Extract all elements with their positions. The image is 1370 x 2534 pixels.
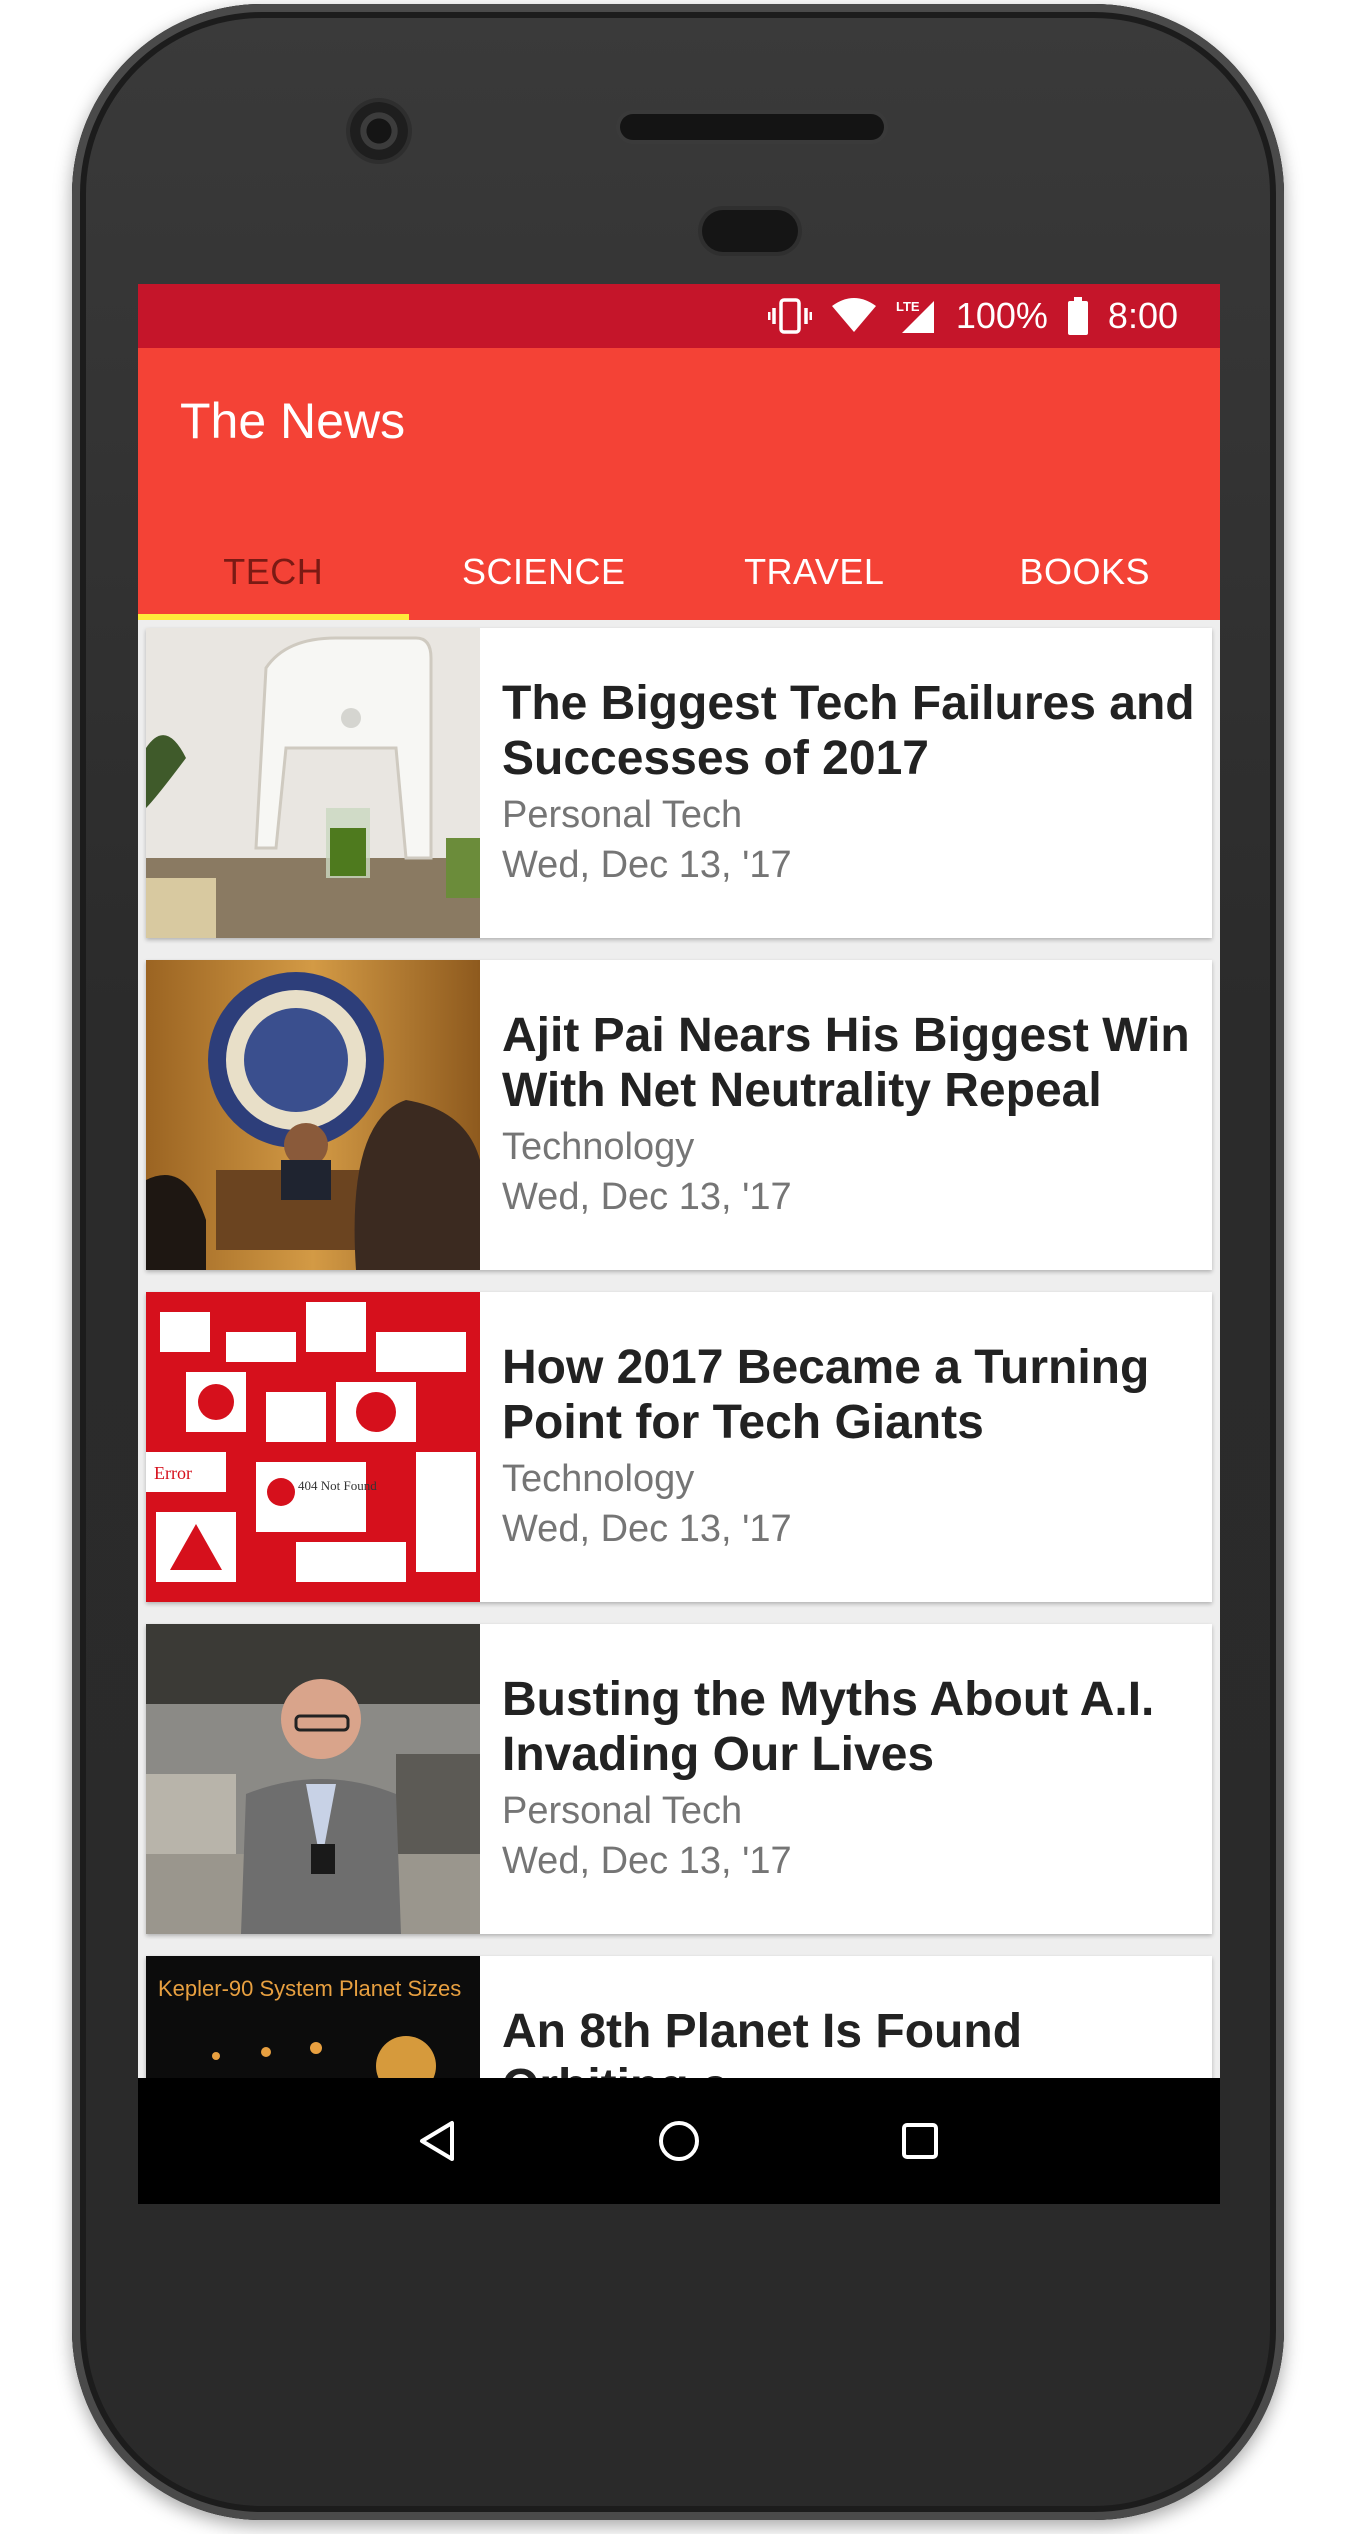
- article-card[interactable]: Error 404 Not Found How 2017 Became a Tu…: [146, 1292, 1212, 1602]
- article-thumbnail: [146, 1624, 480, 1934]
- proximity-sensor: [702, 210, 798, 252]
- navigation-bar: [138, 2078, 1220, 2204]
- vibrate-icon: [767, 296, 812, 336]
- article-date: Wed, Dec 13, '17: [502, 1508, 792, 1550]
- article-title: The Biggest Tech Failures and Successes …: [502, 677, 1195, 785]
- app-title: The News: [180, 393, 406, 449]
- article-card[interactable]: Busting the Myths About A.I. Invading Ou…: [146, 1624, 1212, 1934]
- back-icon[interactable]: [406, 2109, 470, 2173]
- battery-percent: 100%: [955, 295, 1048, 336]
- clock: 8:00: [1107, 295, 1178, 336]
- home-icon[interactable]: [647, 2109, 711, 2173]
- status-bar: LTE 100% 8:00: [138, 284, 1220, 348]
- tab-bar: TECH SCIENCE TRAVEL BOOKS: [138, 524, 1220, 620]
- tab-science[interactable]: SCIENCE: [409, 524, 680, 620]
- svg-text:404 Not Found: 404 Not Found: [298, 1478, 377, 1493]
- article-thumbnail: Error 404 Not Found: [146, 1292, 480, 1602]
- earpiece-speaker: [620, 114, 884, 140]
- tab-books[interactable]: BOOKS: [950, 524, 1221, 620]
- battery-icon: [1067, 297, 1088, 335]
- svg-text:Error: Error: [154, 1463, 192, 1483]
- app-bar: The News TECH SCIENCE TRAVEL BOOKS: [138, 348, 1220, 620]
- article-thumbnail: [146, 960, 480, 1270]
- article-date: Wed, Dec 13, '17: [502, 1176, 792, 1218]
- tab-travel[interactable]: TRAVEL: [679, 524, 950, 620]
- svg-text:LTE: LTE: [896, 299, 920, 314]
- article-card[interactable]: Ajit Pai Nears His Biggest Win With Net …: [146, 960, 1212, 1270]
- article-date: Wed, Dec 13, '17: [502, 1840, 792, 1882]
- screen: LTE 100% 8:00 The News TECH SCIENCE TRAV…: [138, 284, 1220, 2204]
- article-thumbnail: [146, 628, 480, 938]
- front-camera: [350, 102, 408, 160]
- article-title: How 2017 Became a Turning Point for Tech…: [502, 1341, 1150, 1449]
- svg-text:Kepler-90 System Planet Sizes: Kepler-90 System Planet Sizes: [158, 1976, 461, 2001]
- article-section: Personal Tech: [502, 1790, 743, 1832]
- lte-signal-icon: LTE: [896, 297, 936, 335]
- article-title: Ajit Pai Nears His Biggest Win With Net …: [502, 1009, 1190, 1117]
- wifi-icon: [831, 298, 876, 334]
- article-card[interactable]: The Biggest Tech Failures and Successes …: [146, 628, 1212, 938]
- article-section: Technology: [502, 1458, 695, 1500]
- tab-tech[interactable]: TECH: [138, 524, 409, 620]
- article-title: Busting the Myths About A.I. Invading Ou…: [502, 1673, 1155, 1781]
- article-section: Personal Tech: [502, 794, 743, 836]
- recents-icon[interactable]: [888, 2109, 952, 2173]
- article-date: Wed, Dec 13, '17: [502, 844, 792, 886]
- article-section: Technology: [502, 1126, 695, 1168]
